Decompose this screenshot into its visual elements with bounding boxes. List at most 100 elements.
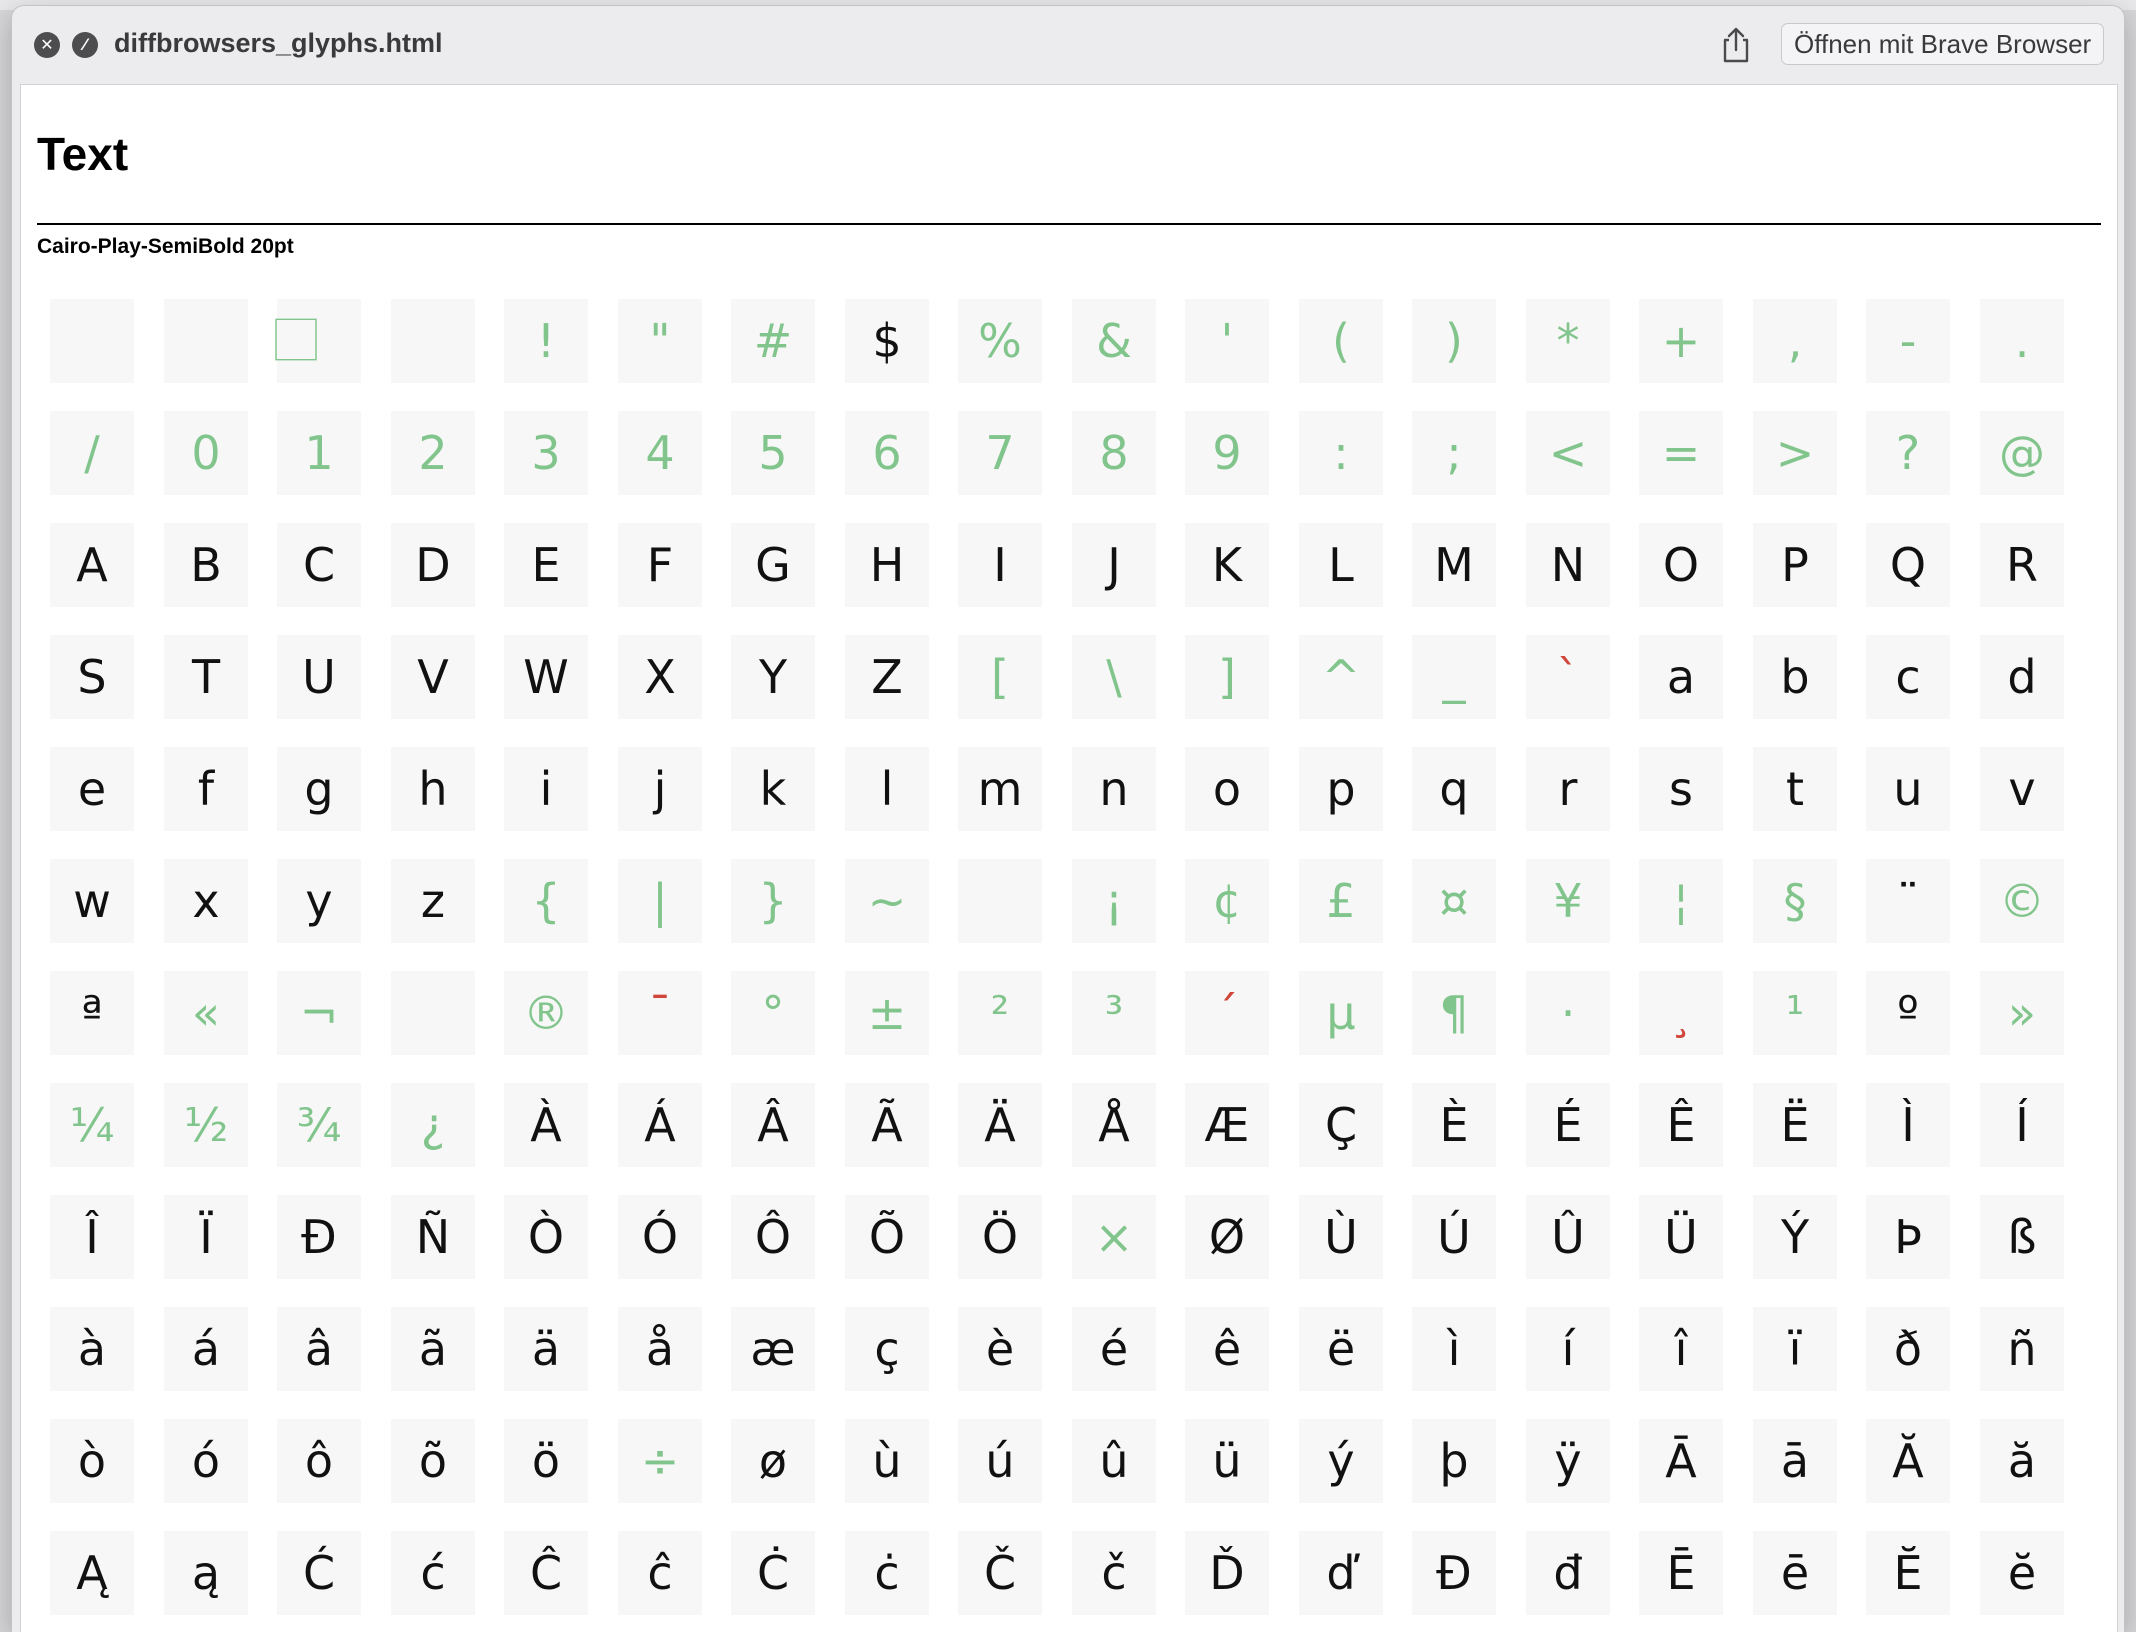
glyph-cell: { bbox=[504, 859, 588, 943]
glyph-cell: i bbox=[504, 747, 588, 831]
glyph-cell: Â bbox=[731, 1083, 815, 1167]
glyph-cell: _ bbox=[1412, 635, 1496, 719]
glyph-cell: S bbox=[50, 635, 134, 719]
glyph-cell: Č bbox=[958, 1531, 1042, 1615]
glyph-cell: û bbox=[1072, 1419, 1156, 1503]
glyph-cell: e bbox=[50, 747, 134, 831]
glyph-cell: } bbox=[731, 859, 815, 943]
glyph-cell: Ý bbox=[1753, 1195, 1837, 1279]
glyph-cell: Ĉ bbox=[504, 1531, 588, 1615]
glyph-cell: 4 bbox=[618, 411, 702, 495]
glyph-cell: Ē bbox=[1639, 1531, 1723, 1615]
glyph-cell: G bbox=[731, 523, 815, 607]
glyph-cell: = bbox=[1639, 411, 1723, 495]
glyph-cell: ÷ bbox=[618, 1419, 702, 1503]
glyph-cell: è bbox=[958, 1307, 1042, 1391]
page-title: Text bbox=[37, 128, 129, 180]
glyph-cell: £ bbox=[1299, 859, 1383, 943]
glyph-cell: ¶ bbox=[1412, 971, 1496, 1055]
glyph-cell: Ċ bbox=[731, 1531, 815, 1615]
glyph-cell: ; bbox=[1412, 411, 1496, 495]
glyph-cell: ± bbox=[845, 971, 929, 1055]
glyph-cell: ^ bbox=[1299, 635, 1383, 719]
glyph-cell: k bbox=[731, 747, 815, 831]
glyph-cell: ) bbox=[1412, 299, 1496, 383]
font-label: Cairo-Play-SemiBold 20pt bbox=[37, 235, 294, 258]
glyph-cell: Ã bbox=[845, 1083, 929, 1167]
glyph-cell: , bbox=[1753, 299, 1837, 383]
glyph-cell: c bbox=[1866, 635, 1950, 719]
glyph-cell: 9 bbox=[1185, 411, 1269, 495]
glyph-cell: ° bbox=[731, 971, 815, 1055]
glyph-cell: é bbox=[1072, 1307, 1156, 1391]
glyph-cell: ¾ bbox=[277, 1083, 361, 1167]
glyph-cell: Õ bbox=[845, 1195, 929, 1279]
glyph-cell: đ bbox=[1526, 1531, 1610, 1615]
glyph-cell: R bbox=[1980, 523, 2064, 607]
glyph-cell: @ bbox=[1980, 411, 2064, 495]
glyph-cell: ÿ bbox=[1526, 1419, 1610, 1503]
glyph-cell: * bbox=[1526, 299, 1610, 383]
glyph-cell: \ bbox=[1072, 635, 1156, 719]
glyph-cell: # bbox=[731, 299, 815, 383]
glyph-cell: ´ bbox=[1185, 971, 1269, 1055]
glyph-cell: C bbox=[277, 523, 361, 607]
glyph-cell: ö bbox=[504, 1419, 588, 1503]
glyph-cell: ē bbox=[1753, 1531, 1837, 1615]
glyph-cell: Ą bbox=[50, 1531, 134, 1615]
glyph-cell: Ê bbox=[1639, 1083, 1723, 1167]
glyph-cell: ¸ bbox=[1639, 971, 1723, 1055]
minimize-icon[interactable]: ⁄ bbox=[72, 32, 98, 58]
glyph-cell: å bbox=[618, 1307, 702, 1391]
glyph-cell: ( bbox=[1299, 299, 1383, 383]
open-with-browser-button[interactable]: Öffnen mit Brave Browser bbox=[1781, 23, 2105, 65]
glyph-cell: » bbox=[1980, 971, 2064, 1055]
close-icon[interactable]: ✕ bbox=[34, 32, 60, 58]
glyph-cell: Z bbox=[845, 635, 929, 719]
glyph-cell: Ă bbox=[1866, 1419, 1950, 1503]
glyph-cell: ` bbox=[1526, 635, 1610, 719]
share-icon[interactable] bbox=[1719, 26, 1753, 64]
window-title: diffbrowsers_glyphs.html bbox=[114, 28, 443, 58]
glyph-cell: Q bbox=[1866, 523, 1950, 607]
glyph-cell: W bbox=[504, 635, 588, 719]
glyph-cell: p bbox=[1299, 747, 1383, 831]
glyph-cell: 3 bbox=[504, 411, 588, 495]
glyph-cell bbox=[391, 971, 475, 1055]
glyph-cell: - bbox=[1866, 299, 1950, 383]
glyph-cell: t bbox=[1753, 747, 1837, 831]
glyph-cell: ò bbox=[50, 1419, 134, 1503]
glyph-cell: $ bbox=[845, 299, 929, 383]
glyph-cell: l bbox=[845, 747, 929, 831]
glyph-cell: I bbox=[958, 523, 1042, 607]
glyph-cell: g bbox=[277, 747, 361, 831]
glyph-cell: H bbox=[845, 523, 929, 607]
glyph-cell: þ bbox=[1412, 1419, 1496, 1503]
glyph-cell: y bbox=[277, 859, 361, 943]
glyph-cell: ć bbox=[391, 1531, 475, 1615]
glyph-cell: > bbox=[1753, 411, 1837, 495]
glyph-cell: ¼ bbox=[50, 1083, 134, 1167]
glyph-cell: « bbox=[164, 971, 248, 1055]
glyph-cell: Ç bbox=[1299, 1083, 1383, 1167]
glyph-cell: æ bbox=[731, 1307, 815, 1391]
glyph-cell: ¥ bbox=[1526, 859, 1610, 943]
glyph-cell: ¬ bbox=[277, 971, 361, 1055]
glyph-cell: ¦ bbox=[1639, 859, 1723, 943]
glyph-cell: : bbox=[1299, 411, 1383, 495]
glyph-cell: à bbox=[50, 1307, 134, 1391]
glyph-cell: ~ bbox=[845, 859, 929, 943]
glyph-cell: 2 bbox=[391, 411, 475, 495]
glyph-cell: ¢ bbox=[1185, 859, 1269, 943]
glyph-cell: K bbox=[1185, 523, 1269, 607]
glyph-cell: ª bbox=[50, 971, 134, 1055]
glyph-cell: ¿ bbox=[391, 1083, 475, 1167]
glyph-cell: s bbox=[1639, 747, 1723, 831]
glyph-cell: O bbox=[1639, 523, 1723, 607]
quicklook-window: ✕ ⁄ diffbrowsers_glyphs.html Öffnen mit … bbox=[12, 6, 2124, 1632]
glyph-cell: ù bbox=[845, 1419, 929, 1503]
glyph-cell: ¨ bbox=[1866, 859, 1950, 943]
glyph-cell: 6 bbox=[845, 411, 929, 495]
glyph-cell: ¯ bbox=[618, 971, 702, 1055]
glyph-cell: ½ bbox=[164, 1083, 248, 1167]
